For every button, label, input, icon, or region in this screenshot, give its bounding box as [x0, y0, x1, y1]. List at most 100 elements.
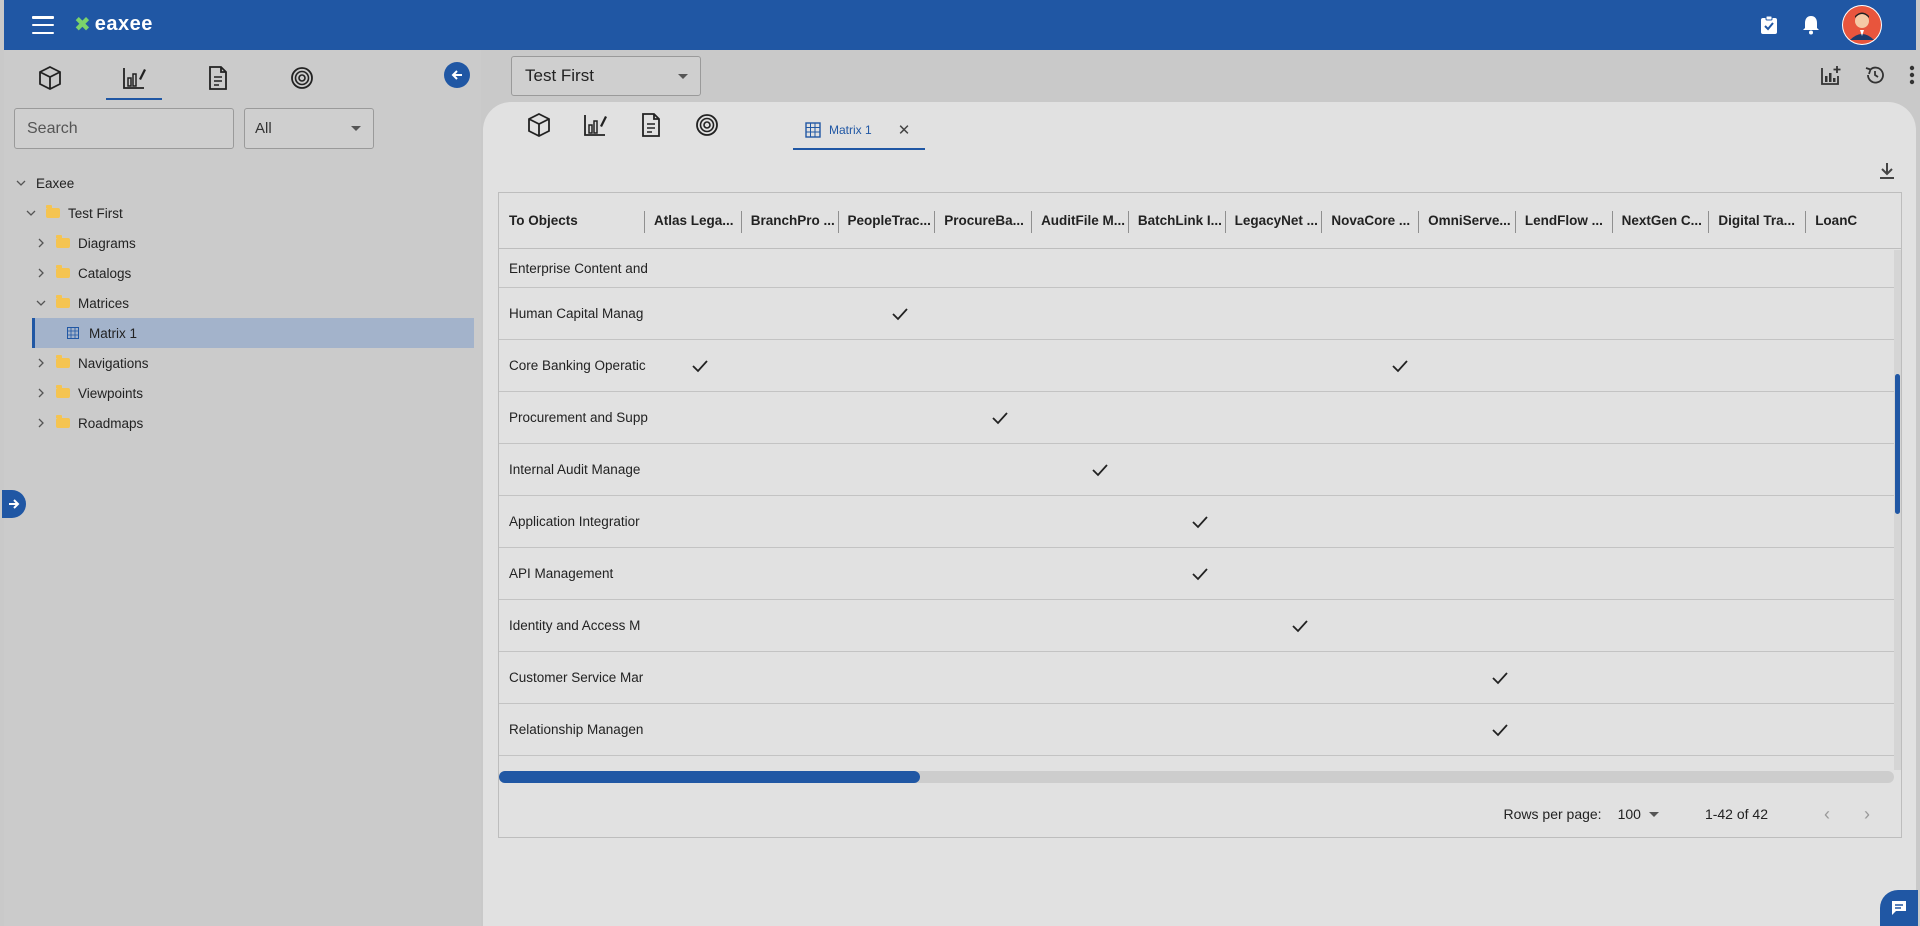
expand-side-button[interactable] — [2, 490, 26, 518]
chat-icon — [1892, 901, 1906, 915]
column-header[interactable]: Atlas Lega... — [645, 193, 742, 249]
tree-item[interactable]: Eaxee — [4, 168, 474, 198]
matrix-grid: To Objects Atlas Lega... BranchPro ... Peo… — [498, 192, 1902, 838]
tab-matrix-1[interactable]: Matrix 1 ✕ — [793, 112, 925, 150]
model-select[interactable]: Test First — [511, 56, 701, 96]
next-page-icon[interactable]: › — [1852, 804, 1882, 825]
check-icon[interactable] — [990, 408, 1010, 428]
tree-item-label: Eaxee — [36, 175, 75, 191]
column-header[interactable]: AuditFile M... — [1032, 193, 1129, 249]
corner-header[interactable]: To Objects — [499, 193, 645, 249]
chevron-down-icon[interactable] — [16, 178, 26, 188]
target-icon — [696, 114, 718, 136]
row-header[interactable]: Human Capital Manag — [499, 306, 650, 321]
content-tab-views[interactable] — [582, 112, 608, 138]
column-header[interactable]: ProcureBa... — [935, 193, 1032, 249]
column-header[interactable]: LegacyNet ... — [1226, 193, 1323, 249]
check-icon[interactable] — [1190, 512, 1210, 532]
column-header[interactable]: NextGen C... — [1613, 193, 1710, 249]
collapse-panel-button[interactable] — [444, 62, 470, 88]
tree-item[interactable]: Test First — [4, 198, 474, 228]
search-input[interactable]: Search — [14, 108, 234, 149]
download-icon[interactable] — [1876, 160, 1898, 182]
row-header[interactable]: Enterprise Content and — [499, 261, 650, 276]
filter-select[interactable]: All — [244, 108, 374, 149]
folder-icon — [56, 265, 70, 278]
chevron-right-icon[interactable] — [36, 418, 46, 428]
tree-item[interactable]: Roadmaps — [4, 408, 474, 438]
column-header[interactable]: LendFlow ... — [1516, 193, 1613, 249]
more-vertical-icon[interactable] — [1908, 64, 1916, 86]
app-logo[interactable]: ✖ eaxee — [74, 12, 153, 36]
check-icon[interactable] — [890, 304, 910, 324]
tasks-check-icon[interactable] — [1758, 14, 1780, 36]
table-row: Core Banking Operatic — [499, 340, 1894, 392]
row-header[interactable]: Application Integratior — [499, 514, 650, 529]
content-tab-documents[interactable] — [638, 112, 664, 138]
check-icon[interactable] — [1490, 720, 1510, 740]
close-tab-icon[interactable]: ✕ — [898, 121, 911, 139]
previous-page-icon[interactable]: ‹ — [1812, 804, 1842, 825]
row-header[interactable]: Internal Audit Manage — [499, 462, 650, 477]
table-row: Enterprise Content and — [499, 250, 1894, 288]
matrix-icon — [805, 122, 821, 138]
tree-item[interactable]: Diagrams — [4, 228, 474, 258]
row-header[interactable]: Identity and Access M — [499, 618, 650, 633]
logo-mark: ✖ — [74, 12, 91, 36]
column-header[interactable]: PeopleTrac... — [839, 193, 936, 249]
caret-down-icon — [351, 126, 361, 131]
column-header[interactable]: NovaCore ... — [1322, 193, 1419, 249]
logo-text: eaxee — [94, 12, 153, 35]
row-header[interactable]: Procurement and Supp — [499, 410, 650, 425]
horizontal-scrollbar[interactable] — [499, 771, 1894, 783]
history-icon[interactable] — [1864, 64, 1886, 86]
column-header[interactable]: OmniServe... — [1419, 193, 1516, 249]
row-header[interactable]: Customer Service Mar — [499, 670, 650, 685]
column-header[interactable]: BatchLink I... — [1129, 193, 1226, 249]
row-header[interactable]: Relationship Managen — [499, 722, 650, 737]
chevron-right-icon[interactable] — [36, 238, 46, 248]
tab-documents[interactable] — [190, 58, 246, 98]
add-chart-icon[interactable] — [1820, 64, 1842, 86]
tree-item[interactable]: Matrices — [4, 288, 474, 318]
document-icon — [642, 113, 660, 137]
chevron-right-icon[interactable] — [36, 388, 46, 398]
row-header[interactable]: Core Banking Operatic — [499, 358, 650, 373]
check-icon[interactable] — [1090, 460, 1110, 480]
pagination: Rows per page: 100 1-42 of 42 ‹ › — [499, 789, 1894, 837]
content-tab-objects[interactable] — [526, 112, 552, 138]
check-icon[interactable] — [690, 356, 710, 376]
vertical-scrollbar[interactable] — [1894, 250, 1901, 770]
chat-button[interactable] — [1880, 890, 1918, 926]
tree-item[interactable]: Viewpoints — [4, 378, 474, 408]
tree-item[interactable]: Navigations — [4, 348, 474, 378]
column-header[interactable]: LoanC — [1806, 193, 1901, 249]
tree-item[interactable]: Matrix 1 — [32, 318, 474, 348]
content-tab-targets[interactable] — [694, 112, 720, 138]
check-icon[interactable] — [1490, 668, 1510, 688]
column-header[interactable]: Digital Tra... — [1709, 193, 1806, 249]
tree-item-label: Navigations — [78, 355, 149, 371]
bell-icon[interactable] — [1800, 14, 1822, 36]
tab-objects[interactable] — [22, 58, 78, 98]
chevron-right-icon[interactable] — [36, 358, 46, 368]
row-header[interactable]: API Management — [499, 566, 650, 581]
table-row: Relationship Managen — [499, 704, 1894, 756]
vertical-scroll-thumb[interactable] — [1895, 374, 1900, 514]
column-header[interactable]: BranchPro ... — [742, 193, 839, 249]
check-icon[interactable] — [1290, 616, 1310, 636]
table-row: Internal Audit Manage — [499, 444, 1894, 496]
rows-per-page-select[interactable]: 100 — [1618, 806, 1659, 822]
check-icon[interactable] — [1390, 356, 1410, 376]
chevron-down-icon[interactable] — [26, 208, 36, 218]
tab-targets[interactable] — [274, 58, 330, 98]
chevron-down-icon[interactable] — [36, 298, 46, 308]
chevron-right-icon[interactable] — [36, 268, 46, 278]
tree-item[interactable]: Catalogs — [4, 258, 474, 288]
avatar[interactable] — [1842, 5, 1882, 45]
menu-icon[interactable] — [32, 16, 54, 34]
tree-item-label: Viewpoints — [78, 385, 144, 401]
check-icon[interactable] — [1190, 564, 1210, 584]
tab-views[interactable] — [106, 58, 162, 100]
horizontal-scroll-thumb[interactable] — [499, 771, 920, 783]
